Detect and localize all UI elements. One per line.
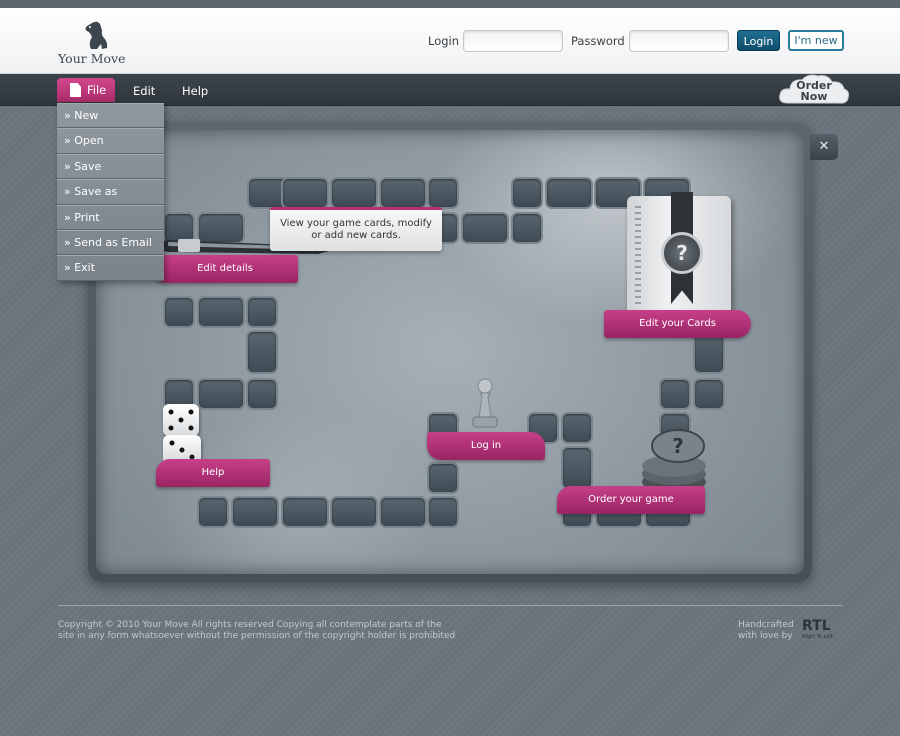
login-field[interactable] — [463, 30, 563, 52]
path-tile — [246, 330, 278, 374]
dice-icon — [163, 404, 199, 436]
order-game-button[interactable]: Order your game — [557, 486, 705, 514]
path-tile — [659, 378, 691, 410]
order-line2: Now — [800, 90, 828, 103]
path-tile — [197, 296, 245, 328]
path-tile — [281, 177, 329, 209]
top-stripe — [0, 0, 900, 8]
order-now-button[interactable]: Order Now — [778, 71, 850, 109]
path-tile — [511, 212, 543, 244]
path-tile — [427, 177, 459, 209]
coin-symbol: ? — [672, 434, 684, 458]
path-tile — [246, 296, 278, 328]
path-tile — [427, 496, 459, 528]
path-tile — [693, 378, 725, 410]
file-menu-save-as[interactable]: » Save as — [57, 179, 164, 205]
menu-help[interactable]: Help — [182, 84, 208, 98]
path-tile — [545, 177, 593, 209]
dog-logo-icon — [85, 21, 108, 49]
menu-edit[interactable]: Edit — [133, 84, 155, 98]
file-menu-exit[interactable]: » Exit — [57, 255, 164, 281]
menu-file[interactable]: File — [57, 78, 115, 102]
tooltip-line1: View your game cards, modify — [280, 218, 432, 229]
footer-divider — [58, 605, 843, 606]
edit-details-button[interactable]: Edit details — [152, 255, 298, 283]
card-edge — [635, 206, 641, 306]
file-menu-print[interactable]: » Print — [57, 204, 164, 230]
file-menu-open[interactable]: » Open — [57, 128, 164, 154]
path-tile — [511, 177, 543, 209]
tooltip-line2: or add new cards. — [311, 230, 401, 241]
path-tile — [330, 496, 378, 528]
password-label: Password — [571, 34, 625, 48]
path-tile — [197, 496, 229, 528]
log-in-button[interactable]: Log in — [427, 432, 545, 460]
path-tile — [379, 496, 427, 528]
edit-cards-button[interactable]: Edit your Cards — [604, 310, 751, 338]
file-menu: » New » Open » Save » Save as » Print » … — [57, 103, 164, 281]
password-field[interactable] — [629, 30, 729, 52]
help-button[interactable]: Help — [156, 459, 270, 487]
file-menu-save[interactable]: » Save — [57, 153, 164, 180]
path-tile — [281, 496, 329, 528]
handcrafted-line2: with love by — [738, 631, 793, 641]
logo[interactable]: Your Move — [58, 20, 138, 66]
card-deck-icon: ? — [627, 192, 731, 316]
studio-logo[interactable]: RTL — [802, 618, 831, 634]
tooltip: View your game cards, modify or add new … — [270, 207, 442, 251]
path-tile — [330, 177, 378, 209]
file-menu-send-email[interactable]: » Send as Email — [57, 229, 164, 256]
path-tile — [197, 378, 245, 410]
path-tile — [427, 462, 459, 494]
pawn-icon — [472, 378, 498, 428]
login-label: Login — [428, 34, 460, 48]
logo-text: Your Move — [58, 51, 126, 66]
close-icon[interactable]: ✕ — [810, 134, 838, 160]
file-icon — [70, 83, 81, 97]
new-user-button[interactable]: I'm new — [788, 30, 844, 51]
path-tile — [461, 212, 509, 244]
path-tile — [163, 296, 195, 328]
file-menu-new[interactable]: » New — [57, 103, 164, 129]
copyright-text: Copyright © 2010 Your Move All rights re… — [58, 620, 478, 642]
login-button[interactable]: Login — [737, 30, 780, 51]
dice-pips — [168, 409, 194, 431]
studio-logo-sub: Right To Left — [802, 634, 834, 640]
handcrafted-text: Handcrafted with love by — [738, 620, 794, 642]
path-tile — [231, 496, 279, 528]
path-tile — [246, 378, 278, 410]
handcrafted-line1: Handcrafted — [738, 620, 794, 630]
menu-file-label: File — [87, 83, 107, 97]
path-tile — [561, 446, 593, 490]
order-now-label: Order Now — [778, 80, 850, 102]
path-tile — [561, 412, 593, 444]
copyright-line2: site in any form whatsoever without the … — [58, 631, 456, 641]
path-tile — [379, 177, 427, 209]
copyright-line1: Copyright © 2010 Your Move All rights re… — [58, 620, 442, 630]
question-badge: ? — [661, 232, 703, 274]
